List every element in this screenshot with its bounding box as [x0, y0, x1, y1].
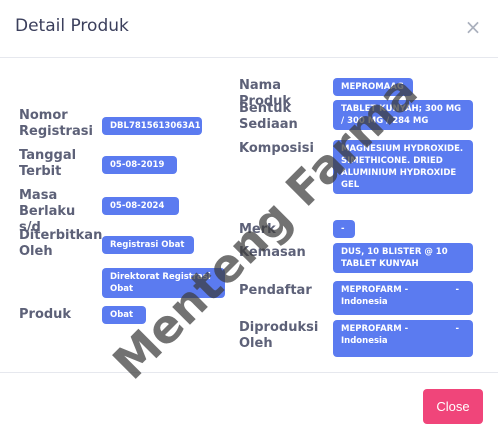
close-button[interactable]: Close	[423, 389, 483, 424]
komposisi-label: Komposisi	[239, 141, 314, 156]
diproduksi-oleh-label: Diproduksi Oleh	[239, 320, 319, 351]
diterbitkan-oleh-label: Diterbitkan Oleh	[19, 228, 103, 259]
produk-value: Obat	[102, 306, 146, 324]
close-icon[interactable]: ×	[464, 17, 482, 37]
bentuk-sediaan-label: Bentuk Sediaan	[239, 101, 298, 132]
diterbitkan-oleh-value: Registrasi Obat	[102, 236, 194, 254]
kemasan-label: Kemasan	[239, 245, 306, 260]
kemasan-value: DUS, 10 BLISTER @ 10 TABLET KUNYAH	[333, 243, 473, 273]
diproduksi-text: MEPROFARM - Indonesia	[341, 324, 409, 346]
merk-label: Merk	[239, 222, 276, 237]
komposisi-value: MAGNESIUM HYDROXIDE. SIMETHICONE. DRIED …	[333, 140, 473, 194]
masa-berlaku-value: 05-08-2024	[102, 197, 179, 215]
nama-produk-value: MEPROMAAG	[333, 78, 413, 96]
nomor-registrasi-label: Nomor Registrasi	[19, 108, 93, 139]
direktorat-value: Direktorat Registrasi Obat	[102, 268, 225, 298]
pendaftar-value: MEPROFARM - Indonesia -	[333, 281, 473, 315]
diproduksi-dash: -	[455, 324, 459, 334]
pendaftar-label: Pendaftar	[239, 283, 312, 298]
nomor-registrasi-value: DBL7815613063A1	[102, 117, 202, 135]
produk-label: Produk	[19, 307, 72, 322]
bentuk-sediaan-value: TABLET KUNYAH; 300 MG / 300 MG / 284 MG	[333, 100, 473, 130]
diproduksi-oleh-value: MEPROFARM - Indonesia -	[333, 320, 473, 357]
modal-header: Detail Produk ×	[0, 0, 498, 58]
tanggal-terbit-label: Tanggal Terbit	[19, 148, 77, 179]
merk-value: -	[333, 220, 355, 238]
pendaftar-dash: -	[455, 285, 459, 295]
pendaftar-text: MEPROFARM - Indonesia	[341, 285, 409, 307]
tanggal-terbit-value: 05-08-2019	[102, 156, 177, 174]
modal-title: Detail Produk	[15, 16, 129, 36]
product-detail-modal: Detail Produk × Nomor Registrasi DBL7815…	[0, 0, 498, 440]
